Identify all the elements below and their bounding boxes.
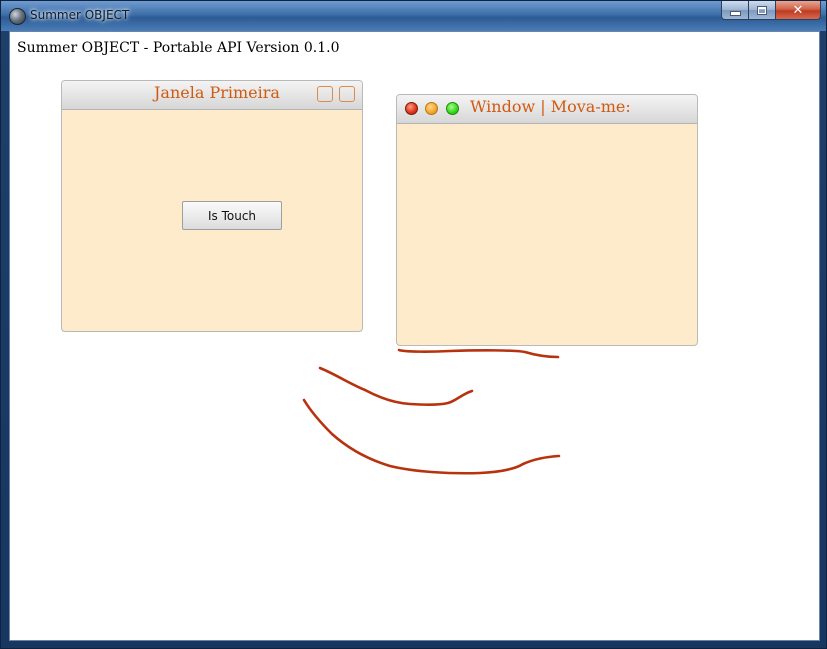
freehand-stroke: [397, 348, 560, 359]
close-button[interactable]: ✕: [775, 1, 821, 20]
app-window: Summer OBJECT ✕ Summer OBJECT - Portable…: [0, 0, 827, 649]
freehand-stroke: [318, 366, 474, 406]
client-area[interactable]: Summer OBJECT - Portable API Version 0.1…: [9, 31, 820, 641]
app-icon[interactable]: [9, 8, 26, 25]
close-icon: ✕: [792, 2, 804, 18]
maximize-button[interactable]: [748, 1, 775, 20]
minimize-button[interactable]: [721, 1, 748, 20]
minimize-icon: [729, 10, 741, 16]
window-titlebar[interactable]: Summer OBJECT ✕: [1, 1, 826, 31]
window-title: Summer OBJECT: [30, 8, 130, 22]
maximize-icon: [757, 5, 767, 15]
freehand-stroke: [302, 398, 561, 475]
window-controls: ✕: [721, 1, 821, 22]
drawing-canvas[interactable]: [10, 32, 819, 640]
